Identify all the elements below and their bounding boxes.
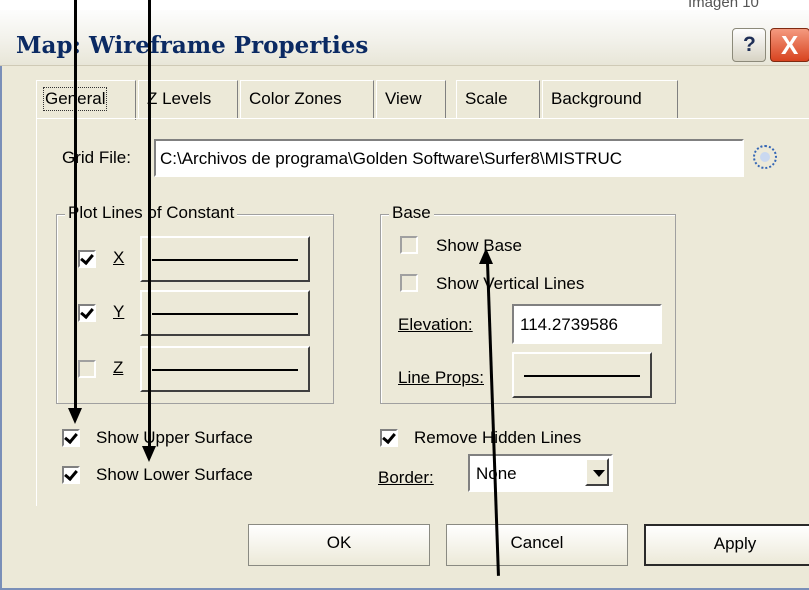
x-checkbox[interactable] [78, 250, 96, 268]
help-button[interactable]: ? [732, 28, 766, 62]
annotation-arrowhead [142, 446, 156, 462]
show-vertical-lines-checkbox[interactable] [400, 274, 418, 292]
grid-file-label: Grid File: [62, 148, 131, 167]
window-title: Map: Wireframe Properties [16, 32, 369, 59]
line-sample-icon [152, 369, 298, 371]
elevation-label: Elevation: [398, 315, 473, 334]
show-vertical-lines-label: Show Vertical Lines [436, 274, 585, 293]
chevron-down-icon[interactable] [585, 458, 609, 486]
plot-lines-title: Plot Lines of Constant [65, 203, 238, 223]
close-icon: X [781, 30, 799, 60]
base-line-props-button[interactable] [512, 352, 652, 398]
x-line-props-button[interactable] [140, 236, 310, 282]
z-label: Z [113, 358, 124, 377]
close-button[interactable]: X [770, 28, 809, 62]
show-upper-surface-checkbox[interactable] [62, 429, 80, 447]
remove-hidden-lines-label: Remove Hidden Lines [414, 428, 582, 447]
show-upper-surface-label: Show Upper Surface [96, 428, 253, 447]
base-title: Base [389, 203, 434, 223]
annotation-arrowhead [68, 408, 82, 424]
tab-background[interactable]: Background [542, 80, 678, 118]
browse-icon[interactable] [753, 145, 777, 169]
tab-z-levels[interactable]: Z Levels [138, 80, 238, 118]
line-props-label: Line Props: [398, 368, 484, 387]
help-icon: ? [743, 33, 756, 56]
remove-hidden-lines-checkbox[interactable] [380, 429, 398, 447]
line-sample-icon [152, 313, 298, 315]
show-lower-surface-label: Show Lower Surface [96, 465, 253, 484]
border-label: Border: [378, 468, 434, 487]
title-bar[interactable]: Map: Wireframe Properties ? X [0, 10, 809, 66]
y-checkbox[interactable] [78, 304, 96, 322]
show-lower-surface-checkbox[interactable] [62, 466, 80, 484]
ok-button[interactable]: OK [248, 524, 430, 566]
annotation-arrowhead [479, 248, 493, 264]
tab-scale[interactable]: Scale [456, 80, 540, 118]
tab-view[interactable]: View [376, 80, 446, 118]
z-line-props-button[interactable] [140, 346, 310, 392]
tab-color-zones[interactable]: Color Zones [240, 80, 374, 118]
line-sample-icon [152, 259, 298, 261]
border-select[interactable]: None [468, 454, 613, 492]
cancel-button[interactable]: Cancel [446, 524, 628, 566]
y-line-props-button[interactable] [140, 290, 310, 336]
line-sample-icon [524, 375, 640, 377]
y-label: Y [113, 302, 125, 321]
z-checkbox[interactable] [78, 360, 96, 378]
x-label: X [113, 248, 125, 267]
grid-file-input[interactable]: C:\Archivos de programa\Golden Software\… [154, 139, 744, 177]
show-base-checkbox[interactable] [400, 236, 418, 254]
tab-general[interactable]: General [36, 80, 136, 120]
apply-button[interactable]: Apply [644, 524, 809, 566]
elevation-input[interactable]: 114.2739586 [512, 304, 662, 344]
annotation-arrow [148, 0, 151, 450]
annotation-arrow [74, 0, 77, 412]
